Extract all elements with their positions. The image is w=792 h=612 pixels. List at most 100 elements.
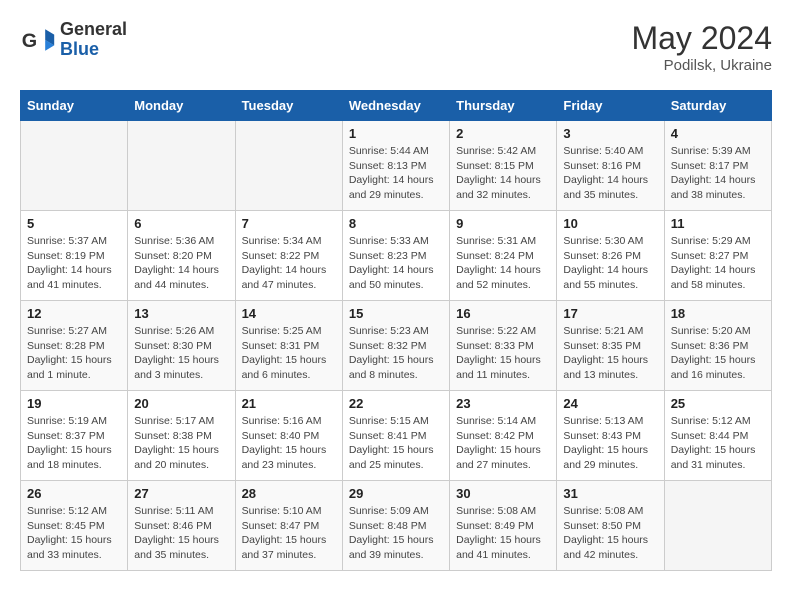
day-header-wednesday: Wednesday — [342, 91, 449, 121]
day-number: 11 — [671, 216, 765, 231]
day-number: 19 — [27, 396, 121, 411]
day-number: 5 — [27, 216, 121, 231]
day-info: Sunrise: 5:08 AMSunset: 8:49 PMDaylight:… — [456, 504, 550, 563]
logo-icon: G — [20, 22, 56, 58]
day-info: Sunrise: 5:12 AMSunset: 8:44 PMDaylight:… — [671, 414, 765, 473]
day-info: Sunrise: 5:10 AMSunset: 8:47 PMDaylight:… — [242, 504, 336, 563]
calendar-cell: 26Sunrise: 5:12 AMSunset: 8:45 PMDayligh… — [21, 481, 128, 571]
day-info: Sunrise: 5:20 AMSunset: 8:36 PMDaylight:… — [671, 324, 765, 383]
day-info: Sunrise: 5:34 AMSunset: 8:22 PMDaylight:… — [242, 234, 336, 293]
calendar-cell: 29 Sunrise: 5:09 AMSunset: 8:48 PMDayligh… — [342, 481, 449, 571]
calendar-cell: 10 Sunrise: 5:30 AMSunset: 8:26 PMDayligh… — [557, 211, 664, 301]
svg-text:G: G — [22, 30, 37, 52]
calendar-cell: 13 Sunrise: 5:26 AMSunset: 8:30 PMDayligh… — [128, 301, 235, 391]
day-number: 1 — [349, 126, 443, 141]
day-info: Sunrise: 5:29 AMSunset: 8:27 PMDaylight:… — [671, 234, 765, 293]
title-block: May 2024 Podilsk, Ukraine — [631, 20, 772, 74]
day-info: Sunrise: 5:36 AMSunset: 8:20 PMDaylight:… — [134, 234, 228, 293]
day-info: Sunrise: 5:30 AMSunset: 8:26 PMDaylight:… — [563, 234, 657, 293]
calendar-cell — [235, 121, 342, 211]
calendar-cell: 9 Sunrise: 5:31 AMSunset: 8:24 PMDaylight… — [450, 211, 557, 301]
day-info: Sunrise: 5:17 AMSunset: 8:38 PMDaylight:… — [134, 414, 228, 473]
day-info: Sunrise: 5:26 AMSunset: 8:30 PMDaylight:… — [134, 324, 228, 383]
day-number: 29 — [349, 486, 443, 501]
calendar-week-5: 26Sunrise: 5:12 AMSunset: 8:45 PMDayligh… — [21, 481, 772, 571]
logo-general: General — [60, 20, 127, 40]
day-info: Sunrise: 5:33 AMSunset: 8:23 PMDaylight:… — [349, 234, 443, 293]
day-number: 20 — [134, 396, 228, 411]
calendar-header: SundayMondayTuesdayWednesdayThursdayFrid… — [21, 91, 772, 121]
calendar-week-1: 1 Sunrise: 5:44 AMSunset: 8:13 PMDaylight… — [21, 121, 772, 211]
day-info: Sunrise: 5:31 AMSunset: 8:24 PMDaylight:… — [456, 234, 550, 293]
day-info: Sunrise: 5:25 AMSunset: 8:31 PMDaylight:… — [242, 324, 336, 383]
day-info: Sunrise: 5:13 AMSunset: 8:43 PMDaylight:… — [563, 414, 657, 473]
day-header-friday: Friday — [557, 91, 664, 121]
day-number: 18 — [671, 306, 765, 321]
day-info: Sunrise: 5:21 AMSunset: 8:35 PMDaylight:… — [563, 324, 657, 383]
day-number: 7 — [242, 216, 336, 231]
calendar-cell: 22Sunrise: 5:15 AMSunset: 8:41 PMDayligh… — [342, 391, 449, 481]
day-info: Sunrise: 5:37 AMSunset: 8:19 PMDaylight:… — [27, 234, 121, 293]
day-number: 21 — [242, 396, 336, 411]
day-headers-row: SundayMondayTuesdayWednesdayThursdayFrid… — [21, 91, 772, 121]
day-number: 14 — [242, 306, 336, 321]
day-info: Sunrise: 5:08 AMSunset: 8:50 PMDaylight:… — [563, 504, 657, 563]
day-info: Sunrise: 5:39 AMSunset: 8:17 PMDaylight:… — [671, 144, 765, 203]
calendar-cell: 21 Sunrise: 5:16 AMSunset: 8:40 PMDayligh… — [235, 391, 342, 481]
calendar-cell: 14 Sunrise: 5:25 AMSunset: 8:31 PMDayligh… — [235, 301, 342, 391]
day-number: 12 — [27, 306, 121, 321]
calendar-week-3: 12 Sunrise: 5:27 AMSunset: 8:28 PMDayligh… — [21, 301, 772, 391]
calendar-cell: 3 Sunrise: 5:40 AMSunset: 8:16 PMDaylight… — [557, 121, 664, 211]
logo: G General Blue — [20, 20, 127, 60]
day-info: Sunrise: 5:42 AMSunset: 8:15 PMDaylight:… — [456, 144, 550, 203]
calendar-cell: 23 Sunrise: 5:14 AMSunset: 8:42 PMDayligh… — [450, 391, 557, 481]
calendar-cell: 8Sunrise: 5:33 AMSunset: 8:23 PMDaylight… — [342, 211, 449, 301]
calendar-cell: 2 Sunrise: 5:42 AMSunset: 8:15 PMDaylight… — [450, 121, 557, 211]
calendar-cell: 28Sunrise: 5:10 AMSunset: 8:47 PMDayligh… — [235, 481, 342, 571]
calendar-cell: 30 Sunrise: 5:08 AMSunset: 8:49 PMDayligh… — [450, 481, 557, 571]
logo-text: General Blue — [60, 20, 127, 60]
day-header-monday: Monday — [128, 91, 235, 121]
day-number: 13 — [134, 306, 228, 321]
calendar-week-2: 5 Sunrise: 5:37 AMSunset: 8:19 PMDaylight… — [21, 211, 772, 301]
calendar-cell: 4Sunrise: 5:39 AMSunset: 8:17 PMDaylight… — [664, 121, 771, 211]
calendar-cell: 1 Sunrise: 5:44 AMSunset: 8:13 PMDaylight… — [342, 121, 449, 211]
day-number: 15 — [349, 306, 443, 321]
calendar-cell: 5 Sunrise: 5:37 AMSunset: 8:19 PMDaylight… — [21, 211, 128, 301]
day-number: 23 — [456, 396, 550, 411]
calendar-cell — [664, 481, 771, 571]
calendar-cell — [21, 121, 128, 211]
day-info: Sunrise: 5:14 AMSunset: 8:42 PMDaylight:… — [456, 414, 550, 473]
day-info: Sunrise: 5:11 AMSunset: 8:46 PMDaylight:… — [134, 504, 228, 563]
day-info: Sunrise: 5:16 AMSunset: 8:40 PMDaylight:… — [242, 414, 336, 473]
calendar-cell: 20 Sunrise: 5:17 AMSunset: 8:38 PMDayligh… — [128, 391, 235, 481]
day-header-thursday: Thursday — [450, 91, 557, 121]
day-number: 30 — [456, 486, 550, 501]
calendar-cell: 16Sunrise: 5:22 AMSunset: 8:33 PMDayligh… — [450, 301, 557, 391]
day-number: 27 — [134, 486, 228, 501]
day-number: 9 — [456, 216, 550, 231]
day-number: 24 — [563, 396, 657, 411]
calendar-cell: 11 Sunrise: 5:29 AMSunset: 8:27 PMDayligh… — [664, 211, 771, 301]
day-info: Sunrise: 5:44 AMSunset: 8:13 PMDaylight:… — [349, 144, 443, 203]
day-info: Sunrise: 5:40 AMSunset: 8:16 PMDaylight:… — [563, 144, 657, 203]
day-number: 2 — [456, 126, 550, 141]
day-number: 31 — [563, 486, 657, 501]
calendar-cell: 15Sunrise: 5:23 AMSunset: 8:32 PMDayligh… — [342, 301, 449, 391]
day-info: Sunrise: 5:09 AMSunset: 8:48 PMDaylight:… — [349, 504, 443, 563]
day-number: 10 — [563, 216, 657, 231]
calendar-cell: 12 Sunrise: 5:27 AMSunset: 8:28 PMDayligh… — [21, 301, 128, 391]
day-info: Sunrise: 5:27 AMSunset: 8:28 PMDaylight:… — [27, 324, 121, 383]
page-header: G General Blue May 2024 Podilsk, Ukraine — [20, 20, 772, 74]
day-number: 22 — [349, 396, 443, 411]
day-header-saturday: Saturday — [664, 91, 771, 121]
day-header-tuesday: Tuesday — [235, 91, 342, 121]
day-number: 16 — [456, 306, 550, 321]
calendar-cell: 17 Sunrise: 5:21 AMSunset: 8:35 PMDayligh… — [557, 301, 664, 391]
calendar-cell: 31 Sunrise: 5:08 AMSunset: 8:50 PMDayligh… — [557, 481, 664, 571]
day-header-sunday: Sunday — [21, 91, 128, 121]
calendar-cell: 18 Sunrise: 5:20 AMSunset: 8:36 PMDayligh… — [664, 301, 771, 391]
day-number: 17 — [563, 306, 657, 321]
calendar-cell: 6Sunrise: 5:36 AMSunset: 8:20 PMDaylight… — [128, 211, 235, 301]
day-number: 3 — [563, 126, 657, 141]
